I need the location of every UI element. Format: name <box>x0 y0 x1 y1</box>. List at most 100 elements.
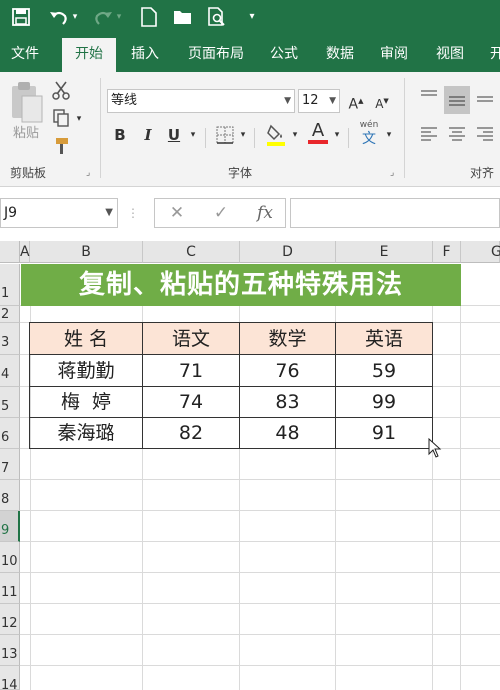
font-group-label: 字体 <box>228 166 253 180</box>
row-header-13[interactable]: 13 <box>0 635 20 666</box>
font-color-dropdown-icon[interactable]: ▾ <box>332 124 342 146</box>
redo-dropdown-icon[interactable]: ▾ <box>114 6 124 28</box>
border-icon[interactable] <box>214 124 236 146</box>
table-header-english[interactable]: 英语 <box>336 323 433 355</box>
ribbon: 粘贴 ▾ 剪贴板 ⌟ 等线 ▼ 12 ▼ A▲ A▼ B I U ▾ ▾ ▾ A… <box>0 72 500 187</box>
bold-button[interactable]: B <box>110 124 130 146</box>
italic-button[interactable]: I <box>138 124 158 146</box>
fill-color-icon[interactable] <box>264 122 288 150</box>
tab-page-layout[interactable]: 页面布局 <box>178 36 254 72</box>
phonetic-guide-icon[interactable]: wén 文 <box>356 120 382 150</box>
row-header-9[interactable]: 9 <box>0 511 20 542</box>
row-header-1[interactable]: 1 <box>0 264 20 306</box>
insert-function-icon[interactable]: fx <box>252 198 278 228</box>
table-cell[interactable]: 74 <box>143 387 240 418</box>
table-header-name[interactable]: 姓 名 <box>30 323 143 355</box>
cut-icon[interactable] <box>50 80 72 102</box>
row-header-3[interactable]: 3 <box>0 323 20 355</box>
align-center-icon[interactable] <box>446 126 468 148</box>
column-header-c[interactable]: C <box>143 241 240 263</box>
border-dropdown-icon[interactable]: ▾ <box>238 124 248 146</box>
formula-input[interactable] <box>290 198 500 228</box>
tab-formulas[interactable]: 公式 <box>262 36 306 72</box>
tab-insert[interactable]: 插入 <box>122 36 168 72</box>
font-color-icon[interactable]: A <box>306 120 330 148</box>
ribbon-tabs: 文件 开始 插入 页面布局 公式 数据 审阅 视图 开 <box>0 36 500 72</box>
worksheet-grid[interactable]: A B C D E F G 1 2 3 4 5 6 7 8 9 10 11 12… <box>0 241 500 690</box>
table-cell[interactable]: 82 <box>143 418 240 449</box>
paste-button-label[interactable]: 粘贴 <box>8 122 44 141</box>
table-cell[interactable]: 83 <box>240 387 336 418</box>
row-header-6[interactable]: 6 <box>0 418 20 449</box>
row-header-5[interactable]: 5 <box>0 387 20 418</box>
row-header-14[interactable]: 14 <box>0 666 20 690</box>
align-top-icon[interactable] <box>418 88 440 110</box>
table-cell[interactable]: 99 <box>336 387 433 418</box>
decrease-font-size-icon[interactable]: A▼ <box>372 90 392 112</box>
row-header-7[interactable]: 7 <box>0 449 20 480</box>
tab-developer[interactable]: 开 <box>482 36 500 72</box>
align-right-icon[interactable] <box>474 126 496 148</box>
table-cell[interactable]: 48 <box>240 418 336 449</box>
align-middle-icon[interactable] <box>444 86 470 114</box>
column-header-e[interactable]: E <box>336 241 433 263</box>
fill-color-dropdown-icon[interactable]: ▾ <box>290 124 300 146</box>
table-cell[interactable]: 秦海璐 <box>30 418 143 449</box>
quick-access-toolbar: ▾ ▾ ▾ <box>0 0 500 36</box>
name-box[interactable]: J9 ▼ <box>0 198 118 228</box>
formula-bar-handle-icon[interactable]: ⋮ <box>126 198 140 228</box>
row-header-11[interactable]: 11 <box>0 573 20 604</box>
divider <box>100 78 101 178</box>
phonetic-dropdown-icon[interactable]: ▾ <box>384 124 394 146</box>
table-cell[interactable]: 76 <box>240 355 336 387</box>
customize-toolbar-icon[interactable]: ▾ <box>246 6 258 28</box>
tab-review[interactable]: 审阅 <box>372 36 416 72</box>
column-header-g[interactable]: G <box>461 241 500 263</box>
table-cell[interactable]: 蒋勤勤 <box>30 355 143 387</box>
undo-icon[interactable] <box>48 6 70 28</box>
gridline <box>20 541 500 542</box>
table-cell[interactable]: 梅 婷 <box>30 387 143 418</box>
align-bottom-icon[interactable] <box>474 88 496 110</box>
tab-view[interactable]: 视图 <box>428 36 472 72</box>
print-preview-icon[interactable] <box>206 6 228 28</box>
row-header-4[interactable]: 4 <box>0 355 20 387</box>
copy-icon[interactable] <box>50 108 72 130</box>
column-header-d[interactable]: D <box>240 241 336 263</box>
copy-dropdown-icon[interactable]: ▾ <box>74 108 84 130</box>
table-header-chinese[interactable]: 语文 <box>143 323 240 355</box>
underline-dropdown-icon[interactable]: ▾ <box>188 124 198 146</box>
title-cell[interactable]: 复制、粘贴的五种特殊用法 <box>21 264 461 306</box>
font-size-combo[interactable]: 12 ▼ <box>298 89 340 113</box>
table-header-math[interactable]: 数学 <box>240 323 336 355</box>
enter-icon[interactable]: ✓ <box>208 198 234 228</box>
row-header-12[interactable]: 12 <box>0 604 20 635</box>
underline-button[interactable]: U <box>164 124 184 146</box>
table-cell[interactable]: 91 <box>336 418 433 449</box>
table-cell[interactable]: 59 <box>336 355 433 387</box>
paste-icon[interactable] <box>8 80 44 128</box>
open-folder-icon[interactable] <box>172 6 194 28</box>
save-icon[interactable] <box>10 6 32 28</box>
tab-home[interactable]: 开始 <box>62 38 116 72</box>
column-header-a[interactable]: A <box>20 241 30 263</box>
column-header-b[interactable]: B <box>30 241 143 263</box>
select-all-button[interactable] <box>0 241 20 263</box>
row-header-2[interactable]: 2 <box>0 306 20 323</box>
new-file-icon[interactable] <box>138 6 160 28</box>
tab-data[interactable]: 数据 <box>318 36 362 72</box>
format-painter-icon[interactable] <box>50 136 72 158</box>
font-name-combo[interactable]: 等线 ▼ <box>107 89 295 113</box>
cancel-icon[interactable]: ✕ <box>164 198 190 228</box>
increase-font-size-icon[interactable]: A▲ <box>346 90 366 113</box>
redo-icon[interactable] <box>92 6 114 28</box>
table-cell[interactable]: 71 <box>143 355 240 387</box>
row-header-8[interactable]: 8 <box>0 480 20 511</box>
undo-dropdown-icon[interactable]: ▾ <box>70 6 80 28</box>
font-launcher-icon[interactable]: ⌟ <box>390 168 394 178</box>
align-left-icon[interactable] <box>418 126 440 148</box>
column-header-f[interactable]: F <box>433 241 461 263</box>
row-header-10[interactable]: 10 <box>0 542 20 573</box>
tab-file[interactable]: 文件 <box>0 36 50 72</box>
clipboard-launcher-icon[interactable]: ⌟ <box>86 168 90 178</box>
